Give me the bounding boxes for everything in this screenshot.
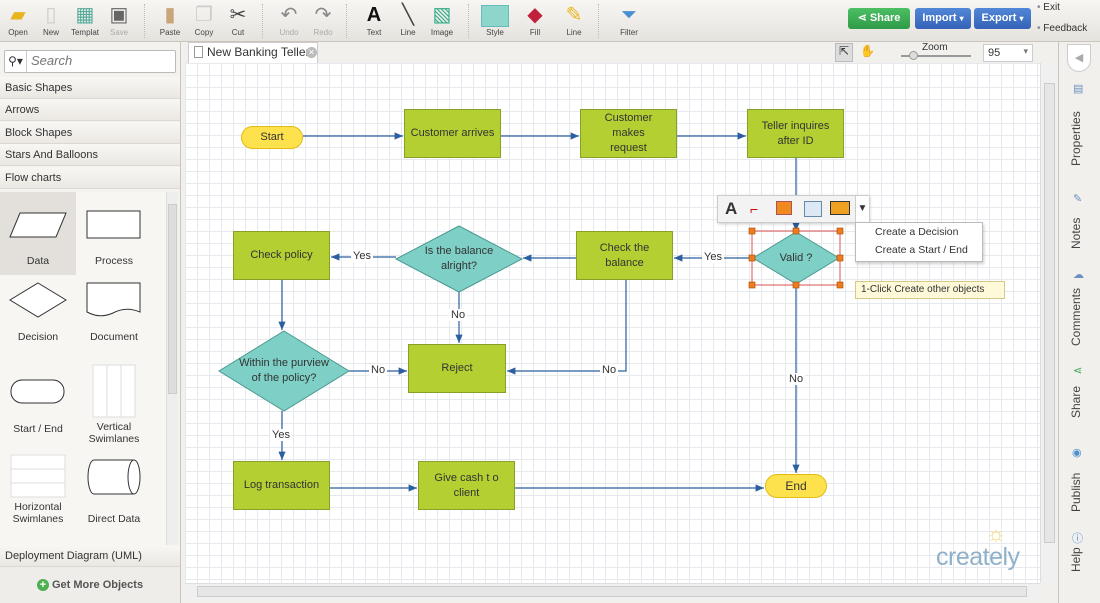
sidebar-tab-share[interactable]: ⋖ Share	[1061, 364, 1099, 420]
share-icon: ⋖	[1073, 365, 1083, 377]
creately-logo: ☼ creately	[936, 521, 1020, 571]
node-purview-label: Within the purview of the policy?	[239, 357, 329, 384]
node-check-policy[interactable]: Check policy	[233, 231, 330, 280]
sidebar-tab-publish[interactable]: ◉ Publish	[1061, 446, 1099, 512]
right-sidebar: ◀ ▤ Properties ✎ Notes ☁ Comments ⋖ Share ◉ P…	[1058, 42, 1100, 603]
text-icon[interactable]: A	[725, 199, 737, 219]
sidebar-tab-comments[interactable]: ☁ Comments	[1061, 268, 1099, 348]
edge-label-yes: Yes	[702, 251, 724, 263]
properties-icon: ▤	[1073, 83, 1084, 95]
edge-label-yes: Yes	[351, 250, 373, 262]
collapse-panel-button[interactable]: ◀	[1067, 44, 1091, 72]
sidebar-tab-properties[interactable]: ▤ Properties	[1061, 82, 1099, 172]
menu-item-create-start-end[interactable]: Create a Start / End	[856, 242, 982, 261]
edge-label-no: No	[369, 364, 388, 376]
node-customer-request[interactable]: Customer makes request	[580, 109, 677, 158]
chevron-left-icon: ◀	[1074, 52, 1084, 64]
sun-icon: ☼	[986, 521, 1006, 546]
edge-label-no: No	[449, 309, 468, 321]
node-balance-alright-label: Is the balance alright?	[424, 245, 494, 272]
node-give-cash[interactable]: Give cash t o client	[418, 461, 515, 510]
node-end[interactable]: End	[765, 474, 827, 498]
dropdown-arrow-icon[interactable]: ▼	[855, 196, 869, 222]
comments-icon: ☁	[1073, 269, 1084, 281]
node-customer-arrives[interactable]: Customer arrives	[404, 109, 501, 158]
edge-label-yes: Yes	[270, 429, 292, 441]
node-log-transaction[interactable]: Log transaction	[233, 461, 330, 510]
edge-label-no: No	[600, 364, 619, 376]
node-check-balance[interactable]: Check the balance	[576, 231, 673, 280]
edge-label-no: No	[787, 373, 806, 385]
shape-style-icon[interactable]	[830, 201, 850, 215]
menu-item-create-decision[interactable]: Create a Decision	[856, 223, 982, 242]
table-icon[interactable]	[804, 201, 822, 217]
node-start[interactable]: Start	[241, 126, 303, 149]
create-context-menu: Create a Decision Create a Start / End	[855, 222, 983, 262]
connectors-layer	[218, 132, 844, 492]
connector-icon[interactable]: ⌐	[750, 201, 758, 217]
node-valid-label: Valid ?	[779, 251, 813, 264]
edge-checkbalance-reject[interactable]	[507, 280, 627, 375]
globe-icon: ◉	[1072, 447, 1082, 459]
notes-icon: ✎	[1073, 193, 1083, 205]
arrange-icon[interactable]	[776, 201, 792, 215]
help-icon: ⓘ	[1072, 533, 1083, 545]
quick-toolbar: A ⌐ ▼	[717, 195, 869, 223]
node-reject[interactable]: Reject	[408, 344, 506, 393]
tooltip: 1-Click Create other objects	[855, 281, 1005, 299]
sidebar-tab-notes[interactable]: ✎ Notes	[1061, 192, 1099, 252]
sidebar-tab-help[interactable]: ⓘ Help	[1061, 530, 1099, 590]
node-teller-inquires[interactable]: Teller inquires after ID	[747, 109, 844, 158]
